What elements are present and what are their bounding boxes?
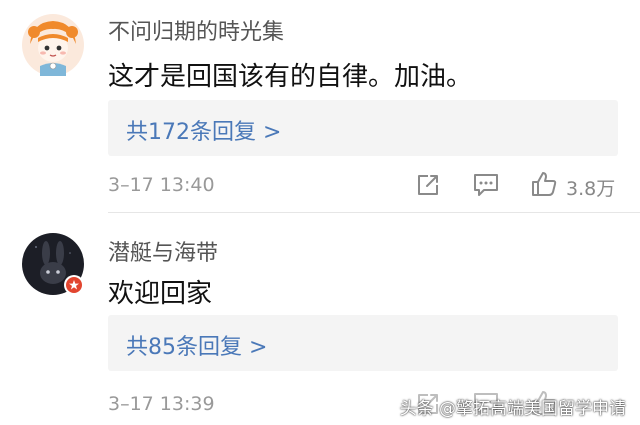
share-icon[interactable] [415, 172, 441, 202]
like-count: 3.8万 [566, 178, 616, 200]
view-replies-button[interactable]: 共85条回复 > [108, 315, 618, 371]
anime-girl-avatar-icon [22, 14, 84, 76]
avatar[interactable] [22, 14, 84, 76]
comment-icon[interactable] [472, 172, 500, 202]
comment-username[interactable]: 不问归期的時光集 [108, 14, 284, 46]
badge-icon [64, 275, 84, 295]
like-icon[interactable] [530, 170, 558, 202]
comment-username[interactable]: 潜艇与海带 [108, 235, 218, 267]
comment-timestamp: 3–17 13:40 [108, 174, 215, 196]
comment-timestamp: 3–17 13:39 [108, 393, 215, 415]
comment-text: 这才是回国该有的自律。加油。 [108, 62, 473, 92]
reply-count-label: 共85条回复 > [126, 335, 268, 360]
avatar[interactable] [22, 233, 84, 295]
watermark: 头条 @擎拓高端美国留学申请 [399, 399, 626, 419]
reply-count-label: 共172条回复 > [126, 120, 282, 145]
comment-item: 不问归期的時光集 这才是回国该有的自律。加油。 共172条回复 > 3–17 1… [0, 0, 640, 212]
comment-text: 欢迎回家 [108, 279, 213, 309]
view-replies-button[interactable]: 共172条回复 > [108, 100, 618, 156]
